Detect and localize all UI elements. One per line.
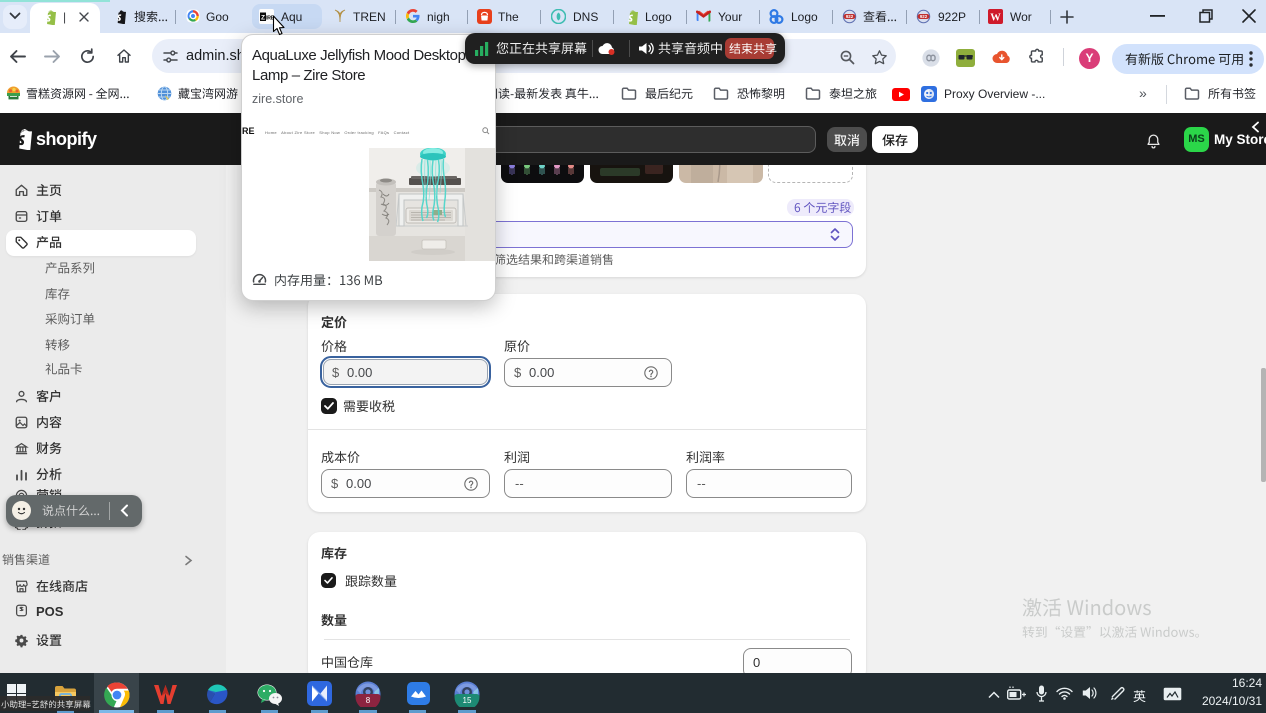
svg-text:922: 922 (846, 14, 854, 19)
svg-text:922: 922 (920, 14, 928, 19)
svg-text:W: W (990, 13, 1001, 24)
svg-text:8: 8 (366, 696, 371, 705)
svg-text:Z: Z (261, 14, 265, 21)
svg-text:15: 15 (463, 696, 472, 705)
